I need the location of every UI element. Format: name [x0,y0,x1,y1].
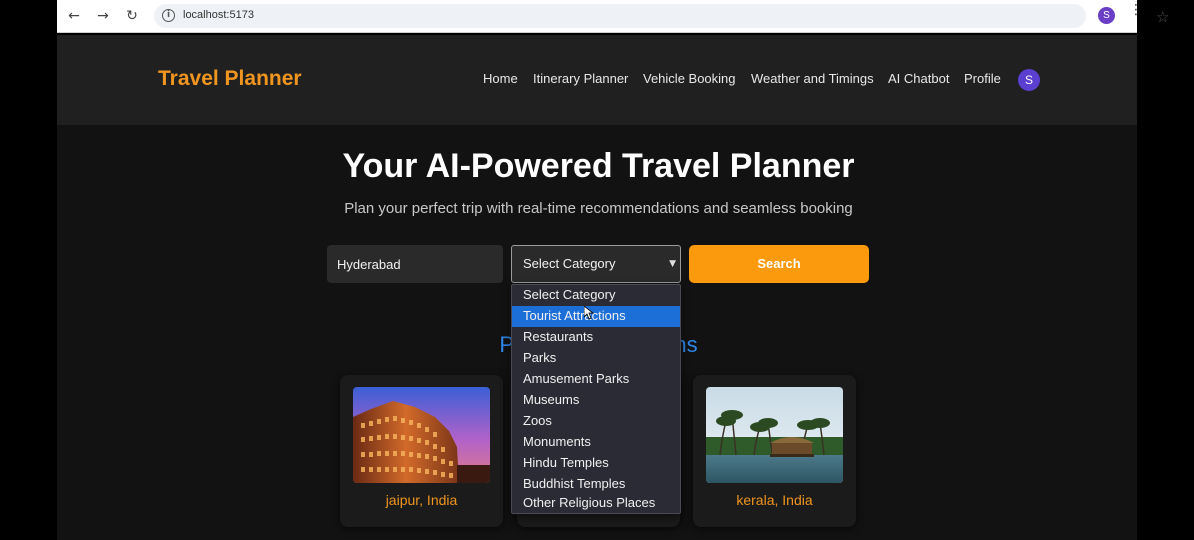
destination-label: jaipur, India [385,492,458,508]
search-button[interactable]: Search [689,245,869,283]
destination-card-kerala[interactable]: kerala, India [693,375,856,527]
city-input[interactable] [327,245,503,283]
dropdown-option[interactable]: Zoos [512,411,680,432]
app-page: Travel Planner Home Itinerary Planner Ve… [57,35,1137,540]
dropdown-option[interactable]: Other Religious Places [512,493,680,514]
nav-link-profile[interactable]: Profile [964,71,1001,86]
dropdown-option[interactable]: Buddhist Temples [512,474,680,495]
destination-card-jaipur[interactable]: jaipur, India [340,375,503,527]
browser-menu-icon[interactable]: ⋮ [1129,3,1143,17]
navbar: Travel Planner Home Itinerary Planner Ve… [57,35,1137,125]
reload-icon[interactable]: ↻ [123,7,141,25]
chevron-down-icon: ▼ [669,259,676,269]
nav-link-vehicle-booking[interactable]: Vehicle Booking [643,71,736,86]
dropdown-option[interactable]: Restaurants [512,327,680,348]
forward-icon[interactable]: → [94,7,112,25]
hero-title: Your AI-Powered Travel Planner [342,147,855,185]
nav-link-ai-chatbot[interactable]: AI Chatbot [888,71,949,86]
dropdown-option[interactable]: Amusement Parks [512,369,680,390]
back-icon[interactable]: ← [65,7,83,25]
backwaters-image [706,387,843,483]
browser-profile-avatar[interactable]: S [1098,7,1115,24]
dropdown-option[interactable]: Hindu Temples [512,453,680,474]
nav-link-itinerary-planner[interactable]: Itinerary Planner [533,71,628,86]
category-select-value: Select Category [523,256,616,271]
brand-logo[interactable]: Travel Planner [158,67,302,91]
hawa-mahal-image [353,387,490,483]
dropdown-option-highlighted[interactable]: Tourist Attractions [512,306,680,327]
browser-toolbar: ← → ↻ i localhost:5173 ☆ S ⋮ [57,0,1169,33]
url-text: localhost:5173 [183,9,254,21]
mouse-cursor-icon [584,306,594,320]
nav-link-weather-and-timings[interactable]: Weather and Timings [751,71,874,86]
hero-subtitle: Plan your perfect trip with real-time re… [344,200,853,217]
address-bar[interactable]: i localhost:5173 ☆ [154,4,1169,28]
nav-link-home[interactable]: Home [483,71,518,86]
destination-label: kerala, India [736,492,813,508]
dropdown-option[interactable]: Parks [512,348,680,369]
dropdown-option[interactable]: Museums [512,390,680,411]
dropdown-option[interactable]: Select Category [512,285,680,306]
category-select[interactable]: Select Category ▼ [511,245,681,283]
user-avatar[interactable]: S [1018,69,1040,91]
bookmark-star-icon[interactable]: ☆ [1156,8,1169,26]
site-info-icon[interactable]: i [162,9,175,22]
category-dropdown-list: Select Category Tourist Attractions Rest… [511,284,681,514]
dropdown-option[interactable]: Monuments [512,432,680,453]
